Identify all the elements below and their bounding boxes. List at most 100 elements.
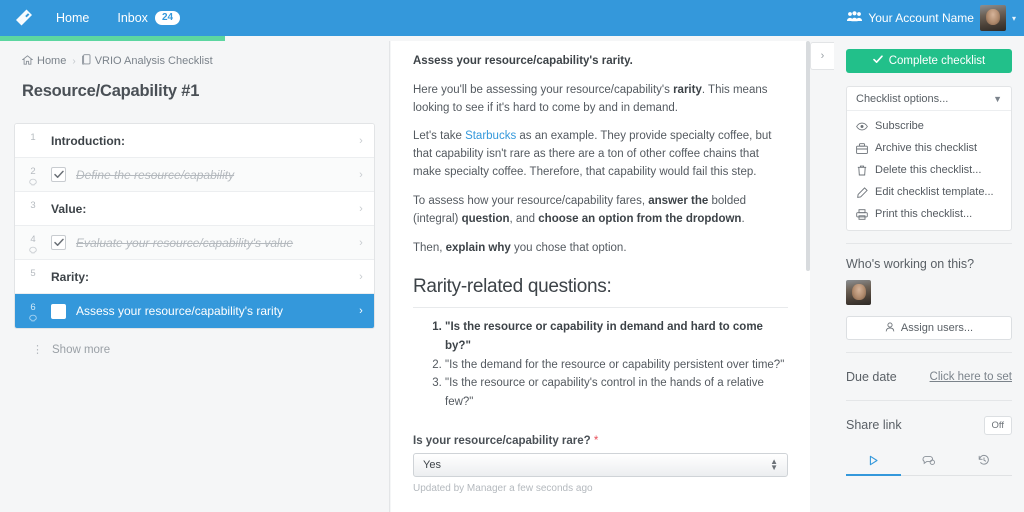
stop-task-icon [29,246,38,258]
bottom-tab-strip [846,450,1012,476]
scrollbar-thumb[interactable] [806,41,810,271]
app-logo-icon[interactable] [6,0,42,36]
chevron-right-icon[interactable]: › [348,305,374,317]
chevron-right-icon[interactable]: › [348,271,374,283]
task-label: Evaluate your resource/capability's valu… [76,235,294,250]
task-row[interactable]: 4 Evaluate your resource/capability's va… [15,226,374,260]
task-number: 5 [30,268,36,279]
breadcrumb-home[interactable]: Home [21,54,67,68]
rare-select-label: Is your resource/capability rare? * [413,435,788,447]
list-item: "Is the resource or capability in demand… [445,318,788,355]
chevron-down-icon[interactable]: ▼ [993,94,1002,104]
breadcrumb-home-label: Home [37,55,67,67]
rarity-questions-list: "Is the resource or capability in demand… [429,318,788,411]
archive-icon [856,142,868,154]
page-title: Resource/Capability #1 [22,82,200,100]
complete-checklist-button[interactable]: Complete checklist [846,49,1012,73]
checklist-options-header[interactable]: Checklist options... ▼ [847,87,1011,111]
content-scrollbar[interactable] [806,41,810,512]
printer-icon [856,208,868,220]
breadcrumb-current-label: VRIO Analysis Checklist [94,55,213,67]
chevron-right-icon[interactable]: › [348,237,374,249]
option-edit-template[interactable]: Edit checklist template... [847,181,1011,203]
collapse-panel-button[interactable]: › [810,42,834,70]
option-subscribe[interactable]: Subscribe [847,115,1011,137]
nav-home[interactable]: Home [42,0,103,36]
para3-bold-1: answer the [648,194,709,207]
document-icon [81,54,91,68]
option-delete[interactable]: Delete this checklist... [847,159,1011,181]
task-number: 1 [30,132,36,143]
chevron-right-icon[interactable]: › [348,135,374,147]
starbucks-link[interactable]: Starbucks [465,130,516,142]
comments-icon [922,453,936,471]
vertical-dots-icon: ⋮ [32,344,43,356]
task-checkbox[interactable] [51,235,66,250]
chevron-right-icon[interactable]: › [348,169,374,181]
option-print[interactable]: Print this checklist... [847,203,1011,225]
task-number: 2 [15,158,51,191]
due-date-set-link[interactable]: Click here to set [930,371,1012,383]
option-label: Archive this checklist [875,142,978,154]
para3-part-e: , and [509,212,539,225]
chevron-right-icon[interactable]: › [348,203,374,215]
option-label: Subscribe [875,120,924,132]
para3-part-a: To assess how your resource/capability f… [413,194,649,207]
task-label: Introduction: [51,133,125,148]
content-heading: Assess your resource/capability's rarity… [413,55,633,67]
rare-select-updated-note: Updated by Manager a few seconds ago [413,483,593,495]
task-label: Rarity: [51,269,90,284]
user-icon [885,321,895,335]
stop-task-icon [29,178,38,190]
task-row[interactable]: 2 Define the resource/capability › [15,158,374,192]
nav-inbox[interactable]: Inbox 24 [103,11,194,25]
content-paragraph-4: Then, explain why you chose that option. [413,240,788,258]
option-label: Edit checklist template... [875,186,994,198]
avatar[interactable] [846,280,871,305]
task-row[interactable]: 5 Rarity: › [15,260,374,294]
account-menu[interactable]: Your Account Name ▾ [847,5,1024,31]
show-more-button[interactable]: ⋮ Show more [32,343,389,357]
task-checkbox[interactable] [51,303,66,319]
task-label: Assess your resource/capability's rarity [76,304,284,318]
content-paragraph-3: To assess how your resource/capability f… [413,193,788,229]
left-panel: Home › VRIO Analysis Checklist Resource/… [0,41,390,512]
task-label: Value: [51,201,87,216]
share-link-label: Share link [846,418,902,432]
pencil-icon [856,186,868,198]
trash-icon [856,165,868,176]
tab-activity[interactable] [846,450,902,476]
task-label: Define the resource/capability [76,167,235,182]
task-row[interactable]: 3 Value: › [15,192,374,226]
tab-history[interactable] [957,450,1012,476]
share-link-toggle[interactable]: Off [983,415,1012,435]
task-number: 4 [15,226,51,259]
show-more-label: Show more [52,343,111,356]
assign-users-button[interactable]: Assign users... [846,316,1012,340]
task-row-selected[interactable]: 6 Assess your resource/capability's rari… [15,294,374,328]
rare-select[interactable]: Yes ▲ ▼ [413,453,788,478]
option-archive[interactable]: Archive this checklist [847,137,1011,159]
checklist-options-card: Checklist options... ▼ Subscribe Archive… [846,86,1012,231]
task-checkbox[interactable] [51,167,66,182]
chevron-down-icon[interactable]: ▾ [1012,14,1016,23]
history-icon [978,453,990,471]
divider [846,243,1012,244]
home-icon [21,54,34,68]
task-row[interactable]: 1 Introduction: › [15,124,374,158]
play-icon [868,453,879,471]
list-item: "Is the resource or capability's control… [445,374,788,411]
breadcrumb-checklist[interactable]: VRIO Analysis Checklist [81,54,213,68]
select-spinner-icon[interactable]: ▲ ▼ [770,457,778,473]
tab-comments[interactable] [901,450,956,476]
para1-bold: rarity [673,83,702,96]
right-sidebar: Complete checklist Checklist options... … [834,41,1024,512]
rare-select-label-text: Is your resource/capability rare? [413,435,591,448]
para4-part-c: you chose that option. [510,241,627,254]
divider [413,307,788,309]
task-number: 3 [30,200,36,211]
top-header: Home Inbox 24 Your Account Name ▾ [0,0,1024,36]
para4-bold: explain why [445,241,511,254]
avatar[interactable] [979,5,1006,31]
breadcrumb: Home › VRIO Analysis Checklist [0,41,389,68]
